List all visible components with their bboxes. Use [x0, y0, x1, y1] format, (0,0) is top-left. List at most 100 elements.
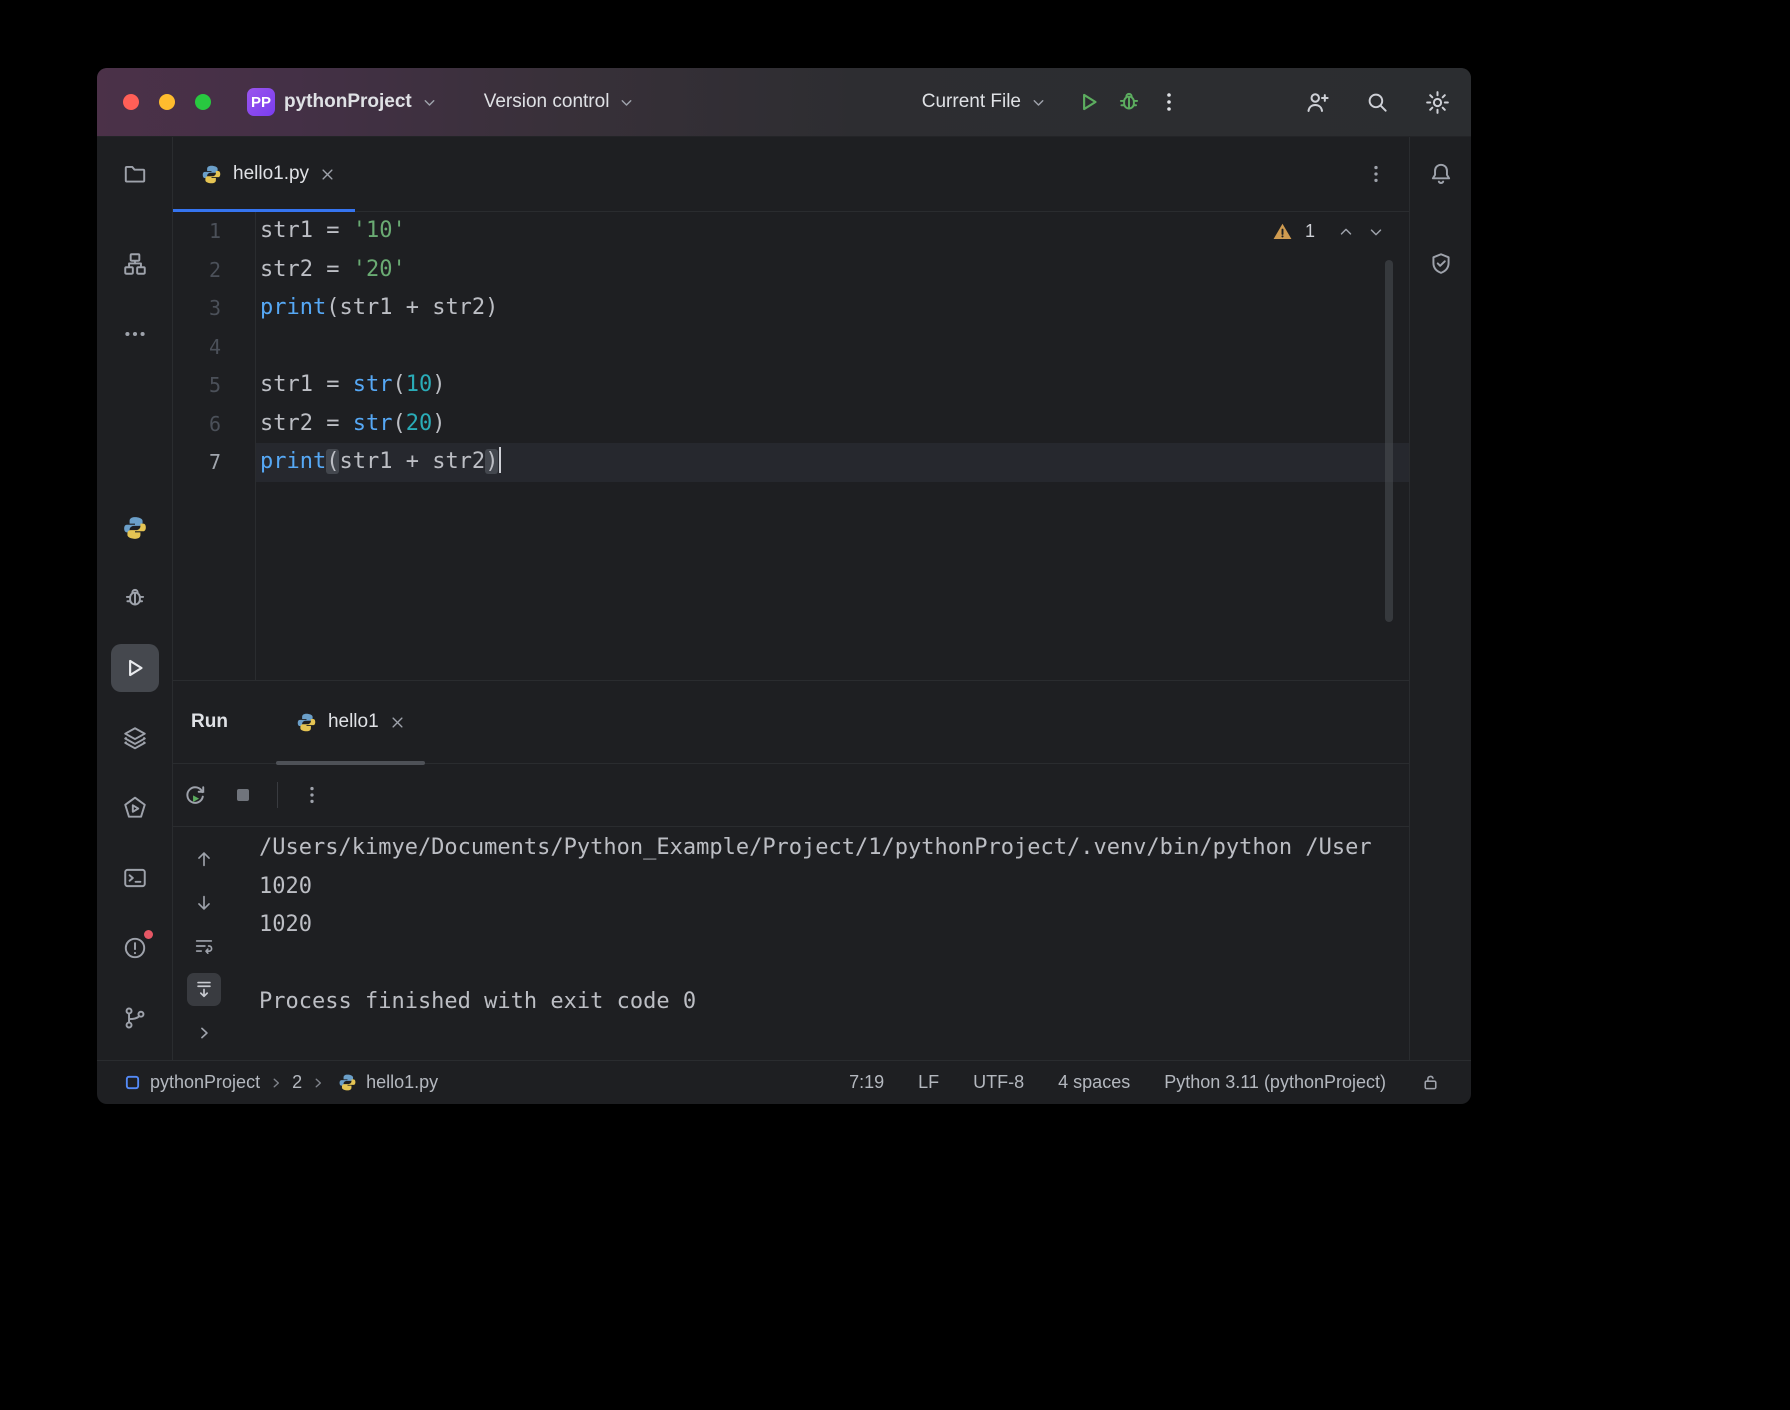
code-editor[interactable]: 1234567 str1 = '10' str2 = '20' print(str1…: [173, 212, 1409, 680]
tab-options-button[interactable]: [1365, 163, 1387, 185]
code-token: (str1 + str2): [326, 295, 499, 320]
scroll-down-button[interactable]: [187, 886, 221, 918]
python-file-icon: [338, 1073, 357, 1092]
run-config-selector[interactable]: Current File: [912, 85, 1057, 119]
code-lines[interactable]: str1 = '10' str2 = '20' print(str1 + str2)…: [256, 212, 1409, 680]
bug-icon: [122, 585, 148, 611]
line-separator-widget[interactable]: LF: [918, 1072, 939, 1093]
version-control-tool-button[interactable]: [111, 994, 159, 1042]
console-area: /Users/kimye/Documents/Python_Example/Pr…: [173, 827, 1409, 1060]
shield-icon: [1428, 251, 1454, 277]
editor-scrollbar[interactable]: [1385, 260, 1393, 622]
project-tool-button[interactable]: [111, 150, 159, 198]
line-number[interactable]: 7: [173, 443, 255, 482]
scroll-up-button[interactable]: [187, 843, 221, 875]
inspections-widget[interactable]: 1: [1272, 221, 1385, 242]
terminal-tool-button[interactable]: [111, 854, 159, 902]
code-line[interactable]: str2 = '20': [256, 251, 1409, 290]
line-number[interactable]: 1: [173, 212, 255, 251]
lock-icon[interactable]: [1420, 1072, 1441, 1093]
indent-widget[interactable]: 4 spaces: [1058, 1072, 1130, 1093]
code-token: 20: [405, 410, 433, 436]
line-number[interactable]: 2: [173, 251, 255, 290]
chevron-down-icon[interactable]: [1367, 223, 1385, 241]
trusted-project-button[interactable]: [1417, 240, 1465, 288]
line-number[interactable]: 6: [173, 405, 255, 444]
more-tool-windows-button[interactable]: [111, 310, 159, 358]
terminal-icon: [122, 865, 148, 891]
close-window-button[interactable]: [123, 94, 139, 110]
git-branch-icon: [122, 1005, 148, 1031]
more-actions-button[interactable]: [1149, 82, 1189, 122]
code-token: ): [432, 372, 446, 397]
chevron-down-icon: [421, 94, 438, 111]
stop-button[interactable]: [225, 777, 261, 813]
gear-icon: [1424, 89, 1451, 116]
code-line[interactable]: str1 = '10': [256, 212, 1409, 251]
run-tool-button[interactable]: [110, 644, 159, 692]
code-line[interactable]: print(str1 + str2): [256, 443, 1409, 482]
code-token: '20': [352, 256, 406, 282]
python-console-tool-button[interactable]: [111, 504, 159, 552]
search-everywhere-button[interactable]: [1357, 82, 1397, 122]
code-line[interactable]: print(str1 + str2): [256, 289, 1409, 328]
structure-icon: [122, 251, 148, 277]
breadcrumb-project[interactable]: pythonProject: [150, 1072, 260, 1093]
code-with-me-button[interactable]: [1297, 82, 1337, 122]
console-line: Process finished with exit code 0: [259, 989, 697, 1014]
console-output[interactable]: /Users/kimye/Documents/Python_Example/Pr…: [235, 827, 1409, 1060]
interpreter-widget[interactable]: Python 3.11 (pythonProject): [1164, 1072, 1386, 1093]
expand-gutter-button[interactable]: [187, 1017, 221, 1049]
breadcrumb-folder[interactable]: 2: [292, 1072, 302, 1093]
code-line[interactable]: str1 = str(10): [256, 366, 1409, 405]
console-gutter: [173, 827, 235, 1060]
editor-gutter[interactable]: 1234567: [173, 212, 256, 680]
cursor-position-widget[interactable]: 7:19: [849, 1072, 884, 1093]
run-tab-hello1[interactable]: hello1: [274, 681, 427, 765]
encoding-widget[interactable]: UTF-8: [973, 1072, 1024, 1093]
code-token: str1 + str2: [339, 449, 486, 474]
close-tab-icon[interactable]: [390, 715, 405, 730]
settings-button[interactable]: [1417, 82, 1457, 122]
notification-dot: [143, 930, 153, 939]
zoom-window-button[interactable]: [195, 94, 211, 110]
code-line[interactable]: str2 = str(20): [256, 405, 1409, 444]
soft-wrap-button[interactable]: [187, 930, 221, 962]
debug-button[interactable]: [1109, 82, 1149, 122]
problems-tool-button[interactable]: [111, 924, 159, 972]
code-token: str: [352, 372, 393, 397]
code-token: (: [326, 449, 340, 474]
structure-tool-button[interactable]: [111, 240, 159, 288]
chevron-down-icon: [1030, 94, 1047, 111]
run-panel-title[interactable]: Run: [191, 711, 228, 733]
line-number[interactable]: 4: [173, 328, 255, 367]
run-toolbar: [173, 764, 1409, 827]
line-number[interactable]: 5: [173, 366, 255, 405]
scroll-to-end-button[interactable]: [187, 973, 221, 1006]
chevron-up-icon[interactable]: [1337, 223, 1355, 241]
right-toolbar: [1409, 137, 1471, 1060]
services-tool-button[interactable]: [111, 714, 159, 762]
rerun-button[interactable]: [177, 777, 213, 813]
run-button[interactable]: [1069, 82, 1109, 122]
minimize-window-button[interactable]: [159, 94, 175, 110]
code-token: (: [392, 410, 406, 436]
close-tab-icon[interactable]: [320, 167, 335, 182]
console-options-button[interactable]: [294, 777, 330, 813]
run-targets-tool-button[interactable]: [111, 784, 159, 832]
debug-tool-button[interactable]: [111, 574, 159, 622]
breadcrumb-file[interactable]: hello1.py: [366, 1072, 438, 1093]
code-token: ): [432, 410, 446, 436]
warning-icon: [1272, 221, 1293, 242]
run-play-icon: [1076, 89, 1102, 115]
vcs-widget[interactable]: Version control: [474, 85, 646, 119]
chevron-down-icon: [618, 94, 635, 111]
notifications-button[interactable]: [1417, 150, 1465, 198]
editor-tab-hello1[interactable]: hello1.py: [173, 137, 356, 212]
bug-icon: [1116, 89, 1142, 115]
code-line[interactable]: [256, 328, 1409, 367]
project-widget[interactable]: PP pythonProject: [237, 82, 448, 122]
toolbar-separator: [277, 782, 278, 808]
line-number[interactable]: 3: [173, 289, 255, 328]
code-token: ): [485, 449, 499, 474]
